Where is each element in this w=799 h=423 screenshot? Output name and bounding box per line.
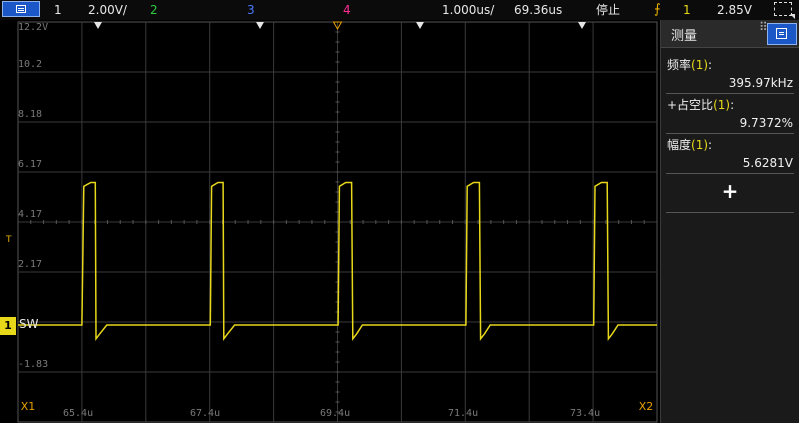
y-label-4: 4.17 xyxy=(18,209,43,220)
menu-icon xyxy=(16,5,26,13)
zoom-corner-icon[interactable] xyxy=(774,2,795,19)
y-label-5: 2.17 xyxy=(18,259,43,270)
measurement-panel: 测量 ⠿ 频率(1): 395.97kHz +占空比(1): 9.7372% 幅… xyxy=(660,20,799,423)
x-label-4: 73.4u xyxy=(570,408,601,419)
panel-menu-button[interactable] xyxy=(767,23,797,45)
trigger-edge-icon[interactable]: ⨍ xyxy=(654,1,661,19)
ch1-number[interactable]: 1 xyxy=(54,1,62,19)
x-label-1: 67.4u xyxy=(190,408,221,419)
timebase-value[interactable]: 1.000us/ xyxy=(442,1,494,19)
panel-title: 测量 xyxy=(671,29,698,44)
measurement-value: 9.7372% xyxy=(739,116,793,130)
panel-header: 测量 ⠿ xyxy=(661,20,799,48)
ch3-number[interactable]: 3 xyxy=(247,1,255,19)
y-label-1: 10.2 xyxy=(18,59,43,70)
status-bar: 1 2.00V/ 2 3 4 1.000us/ 69.36us 停止 ⨍ 1 2… xyxy=(0,0,799,21)
edge-marker-icon xyxy=(94,22,102,29)
divider xyxy=(666,133,794,134)
waveform-grid xyxy=(17,21,658,423)
divider xyxy=(666,212,794,213)
trigger-source[interactable]: 1 xyxy=(683,1,691,19)
x-label-3: 71.4u xyxy=(448,408,479,419)
edge-marker-icon xyxy=(256,22,264,29)
divider xyxy=(666,93,794,94)
divider xyxy=(666,173,794,174)
edge-marker-icon xyxy=(416,22,424,29)
measurement-value: 395.97kHz xyxy=(728,76,793,90)
cursor-x2[interactable]: X2 xyxy=(636,400,656,418)
ch1-scale[interactable]: 2.00V/ xyxy=(88,1,127,19)
cursor-x1[interactable]: X1 xyxy=(18,400,38,418)
ch1-label: SW xyxy=(19,317,39,331)
y-label-2: 8.18 xyxy=(18,109,43,120)
ch1-ground-marker[interactable]: 1 xyxy=(0,317,16,335)
waveform-screen[interactable]: 12.2V 10.2 8.18 6.17 4.17 2.17 -1.83 65.… xyxy=(0,20,660,423)
edge-marker-icon xyxy=(578,22,586,29)
measurement-value: 5.6281V xyxy=(742,156,793,170)
measurement-label[interactable]: 幅度(1): xyxy=(667,136,712,153)
measurement-label[interactable]: +占空比(1): xyxy=(667,96,734,113)
x-label-0: 65.4u xyxy=(63,408,94,419)
menu-icon xyxy=(776,28,787,39)
horizontal-position[interactable]: 69.36us xyxy=(514,1,562,19)
ch2-number[interactable]: 2 xyxy=(150,1,158,19)
x-label-2: 69.4u xyxy=(320,408,351,419)
trigger-level[interactable]: 2.85V xyxy=(717,1,752,19)
y-label-0: 12.2V xyxy=(18,22,49,33)
measurement-label[interactable]: 频率(1): xyxy=(667,56,712,73)
run-state[interactable]: 停止 xyxy=(596,1,620,19)
trigger-level-marker[interactable]: T xyxy=(6,235,12,245)
add-measurement-button[interactable]: + xyxy=(719,180,741,202)
main-menu-button[interactable] xyxy=(2,1,40,17)
y-label-7: -1.83 xyxy=(18,359,49,370)
y-label-3: 6.17 xyxy=(18,159,43,170)
ch4-number[interactable]: 4 xyxy=(343,1,351,19)
